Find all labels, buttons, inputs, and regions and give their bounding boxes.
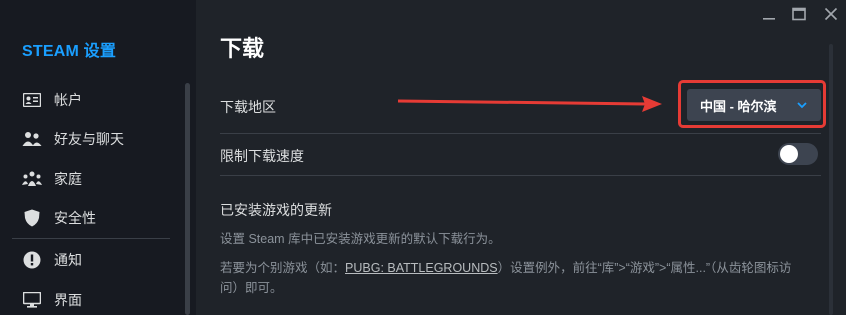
sidebar-item-label: 界面 <box>54 292 82 308</box>
updates-note: 若要为个别游戏（如：PUBG: BATTLEGROUNDS）设置例外，前往“库”… <box>220 258 820 298</box>
sidebar-item-notifications[interactable]: 通知 <box>0 241 182 279</box>
minimize-icon <box>762 7 776 26</box>
sidebar-scrollbar[interactable] <box>185 83 190 315</box>
minimize-button[interactable] <box>758 6 780 26</box>
alert-icon <box>22 250 42 270</box>
sidebar-divider <box>12 238 170 239</box>
sidebar-item-security[interactable]: 安全性 <box>0 199 182 237</box>
sidebar-item-friends[interactable]: 好友与聊天 <box>0 120 182 158</box>
close-button[interactable] <box>820 6 842 26</box>
main-panel: 下载 下载地区 中国 - 哈尔滨 限制下载速度 已安装游戏的更新 设置 Stea… <box>196 0 846 315</box>
family-icon <box>22 169 42 189</box>
limit-speed-label: 限制下载速度 <box>220 148 304 164</box>
sidebar-item-label: 通知 <box>54 252 82 268</box>
sidebar-item-label: 好友与聊天 <box>54 131 124 147</box>
updates-note-line2: 问）即可。 <box>220 281 283 295</box>
shield-icon <box>22 208 42 228</box>
row-divider <box>220 133 821 134</box>
monitor-icon <box>22 290 42 310</box>
sidebar-item-account[interactable]: 帐户 <box>0 81 182 119</box>
main-scrollbar[interactable] <box>829 44 833 315</box>
limit-speed-toggle[interactable] <box>778 143 818 165</box>
updates-note-prefix: 若要为个别游戏（如： <box>220 261 346 275</box>
maximize-button[interactable] <box>788 6 810 26</box>
page-title: 下载 <box>220 36 265 61</box>
sidebar-item-label: 家庭 <box>54 171 82 187</box>
toggle-knob <box>780 145 798 163</box>
updates-section-heading: 已安装游戏的更新 <box>220 202 332 218</box>
download-region-value: 中国 - 哈尔滨 <box>700 98 777 114</box>
sidebar-item-label: 帐户 <box>54 92 82 108</box>
download-region-label: 下载地区 <box>220 99 276 115</box>
account-card-icon <box>22 90 42 110</box>
sidebar-item-family[interactable]: 家庭 <box>0 160 182 198</box>
updates-description: 设置 Steam 库中已安装游戏更新的默认下载行为。 <box>220 232 501 246</box>
close-icon <box>824 7 838 26</box>
sidebar-item-interface[interactable]: 界面 <box>0 281 182 315</box>
game-link[interactable]: PUBG: BATTLEGROUNDS <box>345 261 498 275</box>
friends-icon <box>22 129 42 149</box>
sidebar: STEAM 设置 帐户 好友与聊天 家庭 安全性 通知 界面 <box>0 0 196 315</box>
chevron-down-icon <box>795 98 809 112</box>
sidebar-item-label: 安全性 <box>54 210 96 226</box>
updates-note-suffix: ）设置例外，前往“库”>“游戏”>“属性...”（从齿轮图标访 <box>497 261 792 275</box>
row-divider <box>220 175 821 176</box>
maximize-icon <box>792 7 806 26</box>
download-region-dropdown[interactable]: 中国 - 哈尔滨 <box>687 89 821 121</box>
sidebar-title: STEAM 设置 <box>22 43 117 60</box>
